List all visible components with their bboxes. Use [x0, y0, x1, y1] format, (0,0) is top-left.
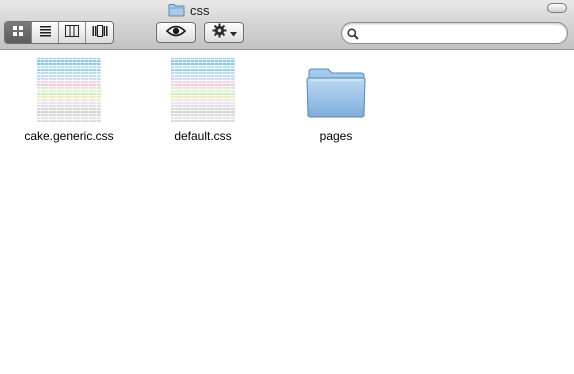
css-file-thumbnail[interactable]	[37, 58, 101, 122]
list-icon	[39, 24, 52, 42]
toolbar: css	[0, 0, 574, 50]
column-view-button[interactable]	[59, 22, 86, 43]
thumbnail-texture	[171, 58, 235, 122]
file-name-label[interactable]: default.css	[174, 129, 231, 143]
cover-flow-view-button[interactable]	[86, 22, 113, 43]
folder-name-label[interactable]: pages	[320, 129, 353, 143]
toolbar-toggle-button[interactable]	[547, 3, 567, 13]
window-title: css	[190, 2, 210, 18]
search-field[interactable]	[341, 22, 568, 44]
gear-icon	[212, 23, 227, 43]
file-name-label[interactable]: cake.generic.css	[24, 129, 113, 143]
quick-look-button[interactable]	[156, 22, 196, 43]
folder-icon[interactable]	[304, 58, 368, 122]
thumbnail-texture	[37, 58, 101, 122]
css-file-thumbnail[interactable]	[171, 58, 235, 122]
columns-icon	[65, 24, 79, 42]
window-title-bar: css	[168, 2, 210, 18]
coverflow-icon	[92, 24, 108, 42]
folder-icon	[168, 3, 185, 17]
eye-icon	[165, 24, 187, 42]
folder-item[interactable]: pages	[276, 58, 396, 143]
search-input[interactable]	[362, 25, 557, 41]
list-view-button[interactable]	[32, 22, 59, 43]
view-mode-segmented-control	[4, 21, 114, 44]
file-item[interactable]: default.css	[143, 58, 263, 143]
grid-icon	[12, 24, 24, 42]
action-menu-button[interactable]	[204, 22, 244, 43]
search-icon	[347, 27, 359, 40]
icon-view-button[interactable]	[5, 22, 32, 43]
file-item[interactable]: cake.generic.css	[9, 58, 129, 143]
finder-window: css cake.generic.css default.css pages	[0, 0, 574, 374]
chevron-down-icon	[229, 24, 237, 42]
